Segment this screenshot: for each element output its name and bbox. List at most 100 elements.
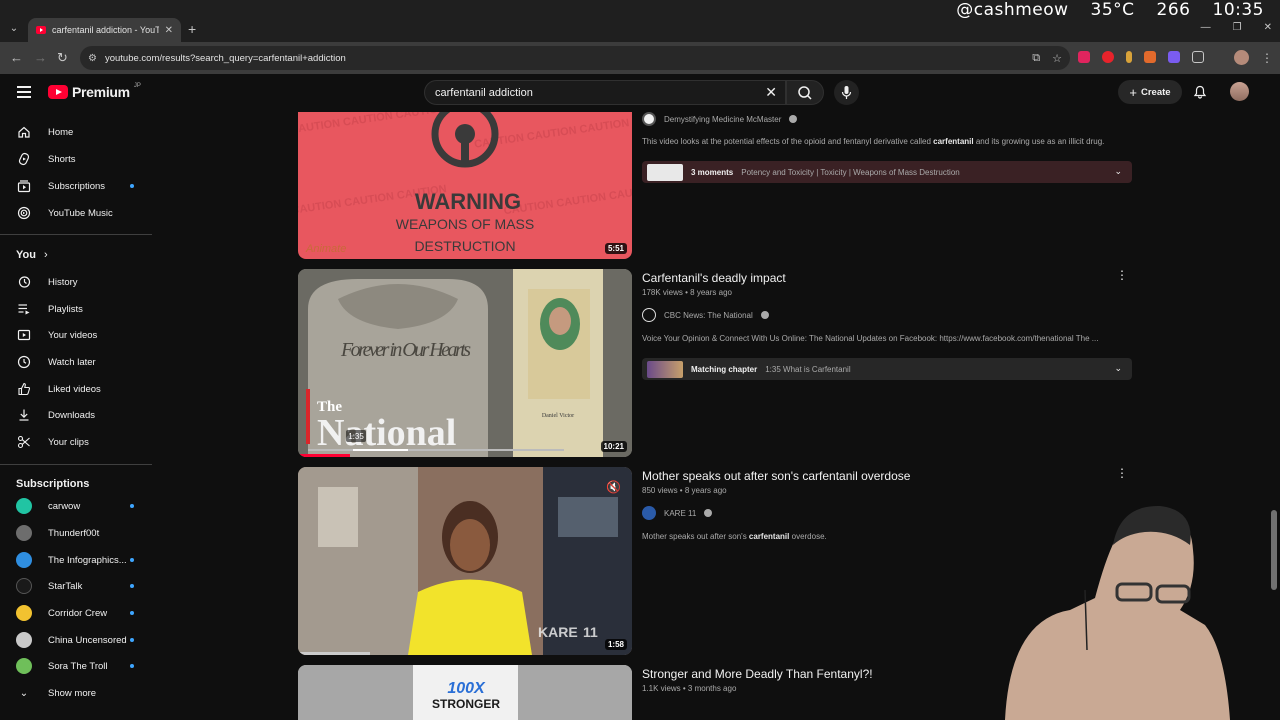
channel-avatar xyxy=(16,498,32,514)
video-title[interactable]: Mother speaks out after son's carfentani… xyxy=(642,469,910,483)
youtube-play-icon xyxy=(48,85,68,99)
bookmark-star-icon[interactable]: ☆ xyxy=(1052,52,1062,65)
extension-icon[interactable] xyxy=(1126,51,1132,63)
extensions-area xyxy=(1078,51,1204,63)
new-tab-icon[interactable]: + xyxy=(188,21,196,37)
video-title[interactable]: Carfentanil's deadly impact xyxy=(642,271,786,285)
sidebar-item-liked-videos[interactable]: Liked videos xyxy=(0,376,160,402)
video-title[interactable]: Stronger and More Deadly Than Fentanyl?! xyxy=(642,667,873,681)
window-controls: — ❐ ✕ xyxy=(1201,22,1272,33)
tab-close-icon[interactable]: ✕ xyxy=(165,25,173,36)
plus-icon: + xyxy=(1129,84,1137,100)
site-info-icon[interactable]: ⚙ xyxy=(88,53,97,64)
sidebar-item-history[interactable]: History xyxy=(0,269,160,295)
channel-avatar xyxy=(16,552,32,568)
video-channel[interactable]: CBC News: The National xyxy=(642,308,769,322)
extension-icon[interactable] xyxy=(1144,51,1156,63)
minimize-icon[interactable]: — xyxy=(1201,22,1211,33)
sidebar-item-home[interactable]: Home xyxy=(0,119,160,145)
sidebar-item-shorts[interactable]: Shorts xyxy=(0,146,160,172)
chevron-down-icon: ⌄ xyxy=(19,687,29,699)
youtube-premium-logo[interactable]: Premium JP xyxy=(48,83,141,100)
webcam-overlay xyxy=(1005,505,1230,720)
stream-overlay: @cashmeow 35°C 266 10:35 xyxy=(956,0,1264,22)
search-button[interactable] xyxy=(786,80,824,105)
sidebar-divider xyxy=(0,234,152,235)
video-thumbnail[interactable]: 100X STRONGER xyxy=(298,665,632,720)
sidebar-item-your-clips[interactable]: Your clips xyxy=(0,429,160,455)
sidebar-item-your-videos[interactable]: Your videos xyxy=(0,322,160,348)
extension-icon[interactable] xyxy=(1168,51,1180,63)
scissors-icon xyxy=(16,434,32,450)
create-button[interactable]: + Create xyxy=(1118,80,1182,104)
video-thumbnail[interactable]: CAUTION CAUTION CAUTION CAUTION CAUTION … xyxy=(298,112,632,259)
thumbnail-art: KARE 11 🔇 xyxy=(298,467,632,655)
overlay-temperature: 35°C xyxy=(1090,0,1135,20)
sidebar-item-label: Subscriptions xyxy=(48,180,106,192)
video-menu-icon[interactable]: ⋮ xyxy=(1116,268,1128,282)
sidebar-divider xyxy=(0,464,152,465)
clear-search-icon[interactable]: ✕ xyxy=(765,84,777,101)
voice-search-button[interactable] xyxy=(834,80,859,105)
sidebar-item-youtube-music[interactable]: YouTube Music xyxy=(0,200,160,226)
video-channel[interactable]: KARE 11 xyxy=(642,506,713,520)
thumbnail-art: CAUTION CAUTION CAUTION CAUTION CAUTION … xyxy=(298,112,632,255)
address-bar[interactable]: ⚙ youtube.com/results?search_query=carfe… xyxy=(80,46,1070,70)
sidebar-you-heading[interactable]: You › xyxy=(16,249,48,261)
thumb-subtitle-text: WEAPONS OF MASS xyxy=(396,216,534,232)
clock-icon xyxy=(16,354,32,370)
page-scrollbar[interactable] xyxy=(1271,510,1277,590)
extensions-puzzle-icon[interactable] xyxy=(1192,51,1204,63)
channel-avatar xyxy=(642,506,656,520)
matching-chapter-bar[interactable]: Matching chapter 1:35 What is Carfentani… xyxy=(642,358,1132,380)
subscription-channel[interactable]: Thunderf00t xyxy=(0,520,160,546)
sidebar-item-watch-later[interactable]: Watch later xyxy=(0,349,160,375)
subscription-channel[interactable]: Corridor Crew xyxy=(0,600,160,626)
chevron-down-icon[interactable]: ⌄ xyxy=(1114,363,1122,374)
subscription-channel[interactable]: Sora The Troll xyxy=(0,653,160,679)
subscription-channel[interactable]: carwow xyxy=(0,493,160,519)
notifications-bell-icon[interactable] xyxy=(1193,85,1207,99)
extension-icon[interactable] xyxy=(1102,51,1114,63)
channel-name: Demystifying Medicine McMaster xyxy=(664,114,782,124)
close-window-icon[interactable]: ✕ xyxy=(1264,22,1272,33)
browser-profile-avatar[interactable] xyxy=(1234,50,1249,65)
subscription-channel[interactable]: The Infographics... xyxy=(0,547,160,573)
video-menu-icon[interactable]: ⋮ xyxy=(1116,466,1128,480)
browser-menu-icon[interactable]: ⋮ xyxy=(1261,51,1273,65)
forward-icon[interactable]: → xyxy=(34,50,47,66)
subscriptions-heading-text: Subscriptions xyxy=(16,478,90,490)
muted-icon[interactable]: 🔇 xyxy=(606,480,621,494)
search-input[interactable]: carfentanil addiction ✕ xyxy=(424,80,786,105)
chapter-text: Potency and Toxicity | Toxicity | Weapon… xyxy=(741,167,960,177)
sidebar-item-subscriptions[interactable]: Subscriptions xyxy=(0,173,160,199)
thumb-caution-text: CAUTION CAUTION CAUTION xyxy=(298,112,446,136)
video-channel[interactable]: Demystifying Medicine McMaster xyxy=(642,112,798,126)
sidebar-item-label: Liked videos xyxy=(48,383,101,395)
install-app-icon[interactable]: ⧉ xyxy=(1032,52,1040,65)
thumb-brand-number: 11 xyxy=(583,624,598,640)
new-content-dot xyxy=(130,558,134,562)
show-more-button[interactable]: ⌄ Show more xyxy=(0,680,160,706)
restore-icon[interactable]: ❐ xyxy=(1233,22,1242,33)
sidebar-item-label: Downloads xyxy=(48,409,95,421)
back-icon[interactable]: ← xyxy=(10,50,23,66)
reload-icon[interactable]: ↻ xyxy=(57,50,68,66)
tab-search-icon[interactable]: ⌄ xyxy=(6,21,22,37)
video-thumbnail[interactable]: KARE 11 🔇 1:58 xyxy=(298,467,632,655)
subscription-channel[interactable]: StarTalk xyxy=(0,573,160,599)
sidebar-item-downloads[interactable]: Downloads xyxy=(0,402,160,428)
account-avatar[interactable] xyxy=(1230,82,1249,101)
chevron-down-icon[interactable]: ⌄ xyxy=(1114,166,1122,177)
channel-name: StarTalk xyxy=(48,580,83,592)
key-moments-bar[interactable]: 3 moments Potency and Toxicity | Toxicit… xyxy=(642,161,1132,183)
browser-tab[interactable]: carfentanil addiction - YouTube ✕ xyxy=(28,18,181,42)
sidebar-item-playlists[interactable]: Playlists xyxy=(0,296,160,322)
subscription-channel[interactable]: China Uncensored xyxy=(0,627,160,653)
video-thumbnail[interactable]: Forever in Our Hearts Daniel Victor The … xyxy=(298,269,632,457)
hamburger-menu-icon[interactable] xyxy=(17,86,31,98)
chevron-right-icon: › xyxy=(43,249,48,261)
new-content-dot xyxy=(130,638,134,642)
extension-icon[interactable] xyxy=(1078,51,1090,63)
overlay-time: 10:35 xyxy=(1212,0,1264,20)
